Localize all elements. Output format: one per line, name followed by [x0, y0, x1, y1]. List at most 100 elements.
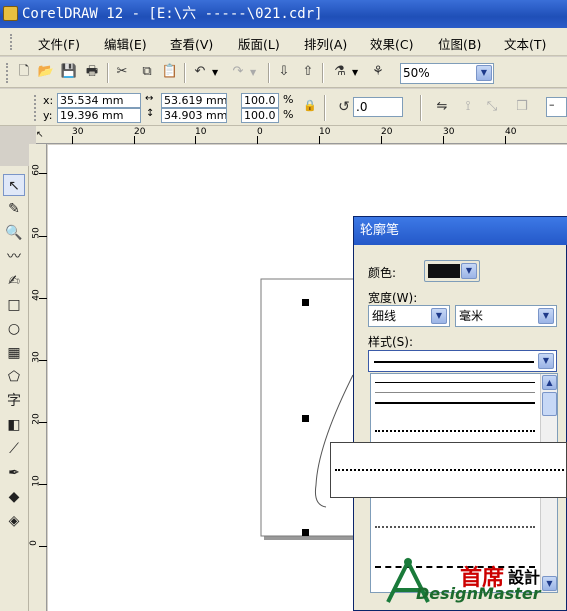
style-dropdown-icon[interactable]: ▼ — [538, 353, 554, 369]
percent-label: % — [283, 108, 294, 121]
y-position-field[interactable]: 19.396 mm — [57, 108, 141, 123]
menu-edit[interactable]: 编辑(E) — [104, 34, 147, 53]
scale-x-value: 100.0 — [244, 94, 276, 107]
freehand-tool-icon[interactable]: 〰 — [3, 246, 25, 268]
v-ruler-label: 0 — [28, 540, 39, 546]
fill-tool-icon[interactable]: ◆ — [3, 486, 25, 508]
style-option-dotted[interactable] — [375, 430, 535, 432]
zoom-dropdown-icon[interactable]: ▼ — [476, 65, 492, 81]
object-shadow — [264, 536, 358, 540]
shape-tool-icon[interactable]: ✎ — [3, 198, 25, 220]
propbar-grip — [34, 95, 38, 121]
style-option-divider — [375, 392, 535, 393]
v-ruler-label: 60 — [31, 164, 42, 176]
v-ruler-label: 10 — [31, 475, 42, 487]
width-dropdown-icon[interactable]: ▼ — [431, 308, 447, 324]
zoom-tool-icon[interactable]: 🔍 — [3, 222, 25, 244]
scale-y-field[interactable]: 100.0 — [241, 108, 279, 123]
x-position-field[interactable]: 35.534 mm — [57, 93, 141, 108]
v-ruler-tick — [39, 484, 47, 485]
application-launcher-icon[interactable]: ⚗ — [330, 62, 350, 82]
dialog-title: 轮廓笔 — [360, 223, 400, 238]
corel-online-icon[interactable]: ⚘ — [368, 62, 388, 82]
v-ruler-label: 20 — [31, 413, 42, 425]
width-combo-value: 细线 — [372, 309, 397, 323]
pick-tool-icon[interactable]: ↖ — [3, 174, 25, 196]
scale-y-value: 100.0 — [244, 109, 276, 122]
menu-effects[interactable]: 效果(C) — [370, 34, 413, 53]
h-ruler-tick — [257, 136, 258, 144]
menu-file[interactable]: 文件(F) — [38, 34, 80, 53]
outline-width-field[interactable]: – — [546, 97, 567, 117]
export-icon[interactable]: ⇧ — [298, 62, 318, 82]
color-picker-button[interactable]: ▼ — [424, 260, 480, 282]
interactive-blend-tool-icon[interactable]: ◧ — [3, 414, 25, 436]
color-swatch — [428, 264, 460, 278]
separator — [420, 95, 422, 121]
copy-icon[interactable]: ⧉ — [137, 62, 157, 82]
ellipse-tool-icon[interactable]: ○ — [3, 318, 25, 340]
print-icon[interactable]: 🖶 — [82, 62, 102, 82]
width-label: 宽度(W): — [368, 291, 418, 305]
outline-pen-dialog: 轮廓笔 颜色: ▼ 宽度(W): 细线 ▼ 毫米 ▼ 样式(S): ▼ ▲ ▼ — [353, 216, 567, 611]
paste-icon[interactable]: 📋 — [160, 62, 180, 82]
import-icon[interactable]: ⇩ — [274, 62, 294, 82]
unit-dropdown-icon[interactable]: ▼ — [538, 308, 554, 324]
save-icon[interactable]: 💾 — [59, 62, 79, 82]
v-ruler-tick — [39, 173, 47, 174]
lock-ratio-icon[interactable]: 🔒 — [300, 96, 320, 116]
undo-icon[interactable]: ↶ — [190, 62, 210, 82]
separator — [322, 63, 324, 83]
redo-icon[interactable]: ↷ — [228, 62, 248, 82]
style-option-solid-thin[interactable] — [375, 382, 535, 383]
h-ruler-label: 40 — [505, 127, 517, 137]
menu-layout[interactable]: 版面(L) — [238, 34, 280, 53]
cut-icon[interactable]: ✂ — [112, 62, 132, 82]
eyedropper-tool-icon[interactable]: ⟋ — [3, 438, 25, 460]
menu-arrange[interactable]: 排列(A) — [304, 34, 347, 53]
color-label: 颜色: — [368, 266, 397, 280]
separator — [184, 63, 186, 83]
toolbar-grip — [6, 63, 10, 83]
open-icon[interactable]: 📂 — [36, 62, 56, 82]
outline-tool-icon[interactable]: ✒ — [3, 462, 25, 484]
width-field[interactable]: 53.619 mm — [161, 93, 227, 108]
text-tool-icon[interactable]: 字 — [3, 390, 25, 412]
horizontal-ruler: 30 20 10 0 10 20 30 40 — [36, 126, 567, 144]
width-value: 53.619 mm — [164, 94, 227, 107]
v-ruler-tick — [39, 236, 47, 237]
unit-combo-value: 毫米 — [459, 309, 484, 323]
scroll-thumb[interactable] — [542, 392, 557, 416]
style-combo[interactable] — [368, 350, 557, 372]
style-option-sparse-dots[interactable] — [375, 526, 535, 528]
undo-dropdown-icon[interactable]: ▼ — [212, 68, 218, 77]
y-position-value: 19.396 mm — [60, 109, 124, 122]
graph-paper-tool-icon[interactable]: ▦ — [3, 342, 25, 364]
h-ruler-label: 20 — [134, 127, 146, 137]
break-apart-icon[interactable]: ⤡ — [482, 97, 502, 117]
rectangle-tool-icon[interactable]: □ — [3, 294, 25, 316]
connect-nodes-icon[interactable]: ⟟ — [458, 97, 478, 117]
height-field[interactable]: 34.903 mm — [161, 108, 227, 123]
rotation-field[interactable]: .0 — [353, 97, 403, 117]
launcher-dropdown-icon[interactable]: ▼ — [352, 68, 358, 77]
redo-dropdown-icon[interactable]: ▼ — [250, 68, 256, 77]
menu-view[interactable]: 查看(V) — [170, 34, 213, 53]
group-icon[interactable]: ❒ — [512, 97, 532, 117]
new-document-icon[interactable]: 🗋 — [14, 62, 34, 82]
h-ruler-tick — [319, 136, 320, 144]
interactive-fill-tool-icon[interactable]: ◈ — [3, 510, 25, 532]
height-value: 34.903 mm — [164, 109, 227, 122]
smart-fill-tool-icon[interactable]: ✍ — [3, 270, 25, 292]
scale-x-field[interactable]: 100.0 — [241, 93, 279, 108]
menu-bitmaps[interactable]: 位图(B) — [438, 34, 481, 53]
menu-text[interactable]: 文本(T) — [504, 34, 546, 53]
zoom-value: 50% — [403, 66, 430, 80]
style-option-solid[interactable] — [375, 402, 535, 404]
mirror-icon[interactable]: ⇋ — [432, 97, 452, 117]
selection-handle-bottom — [302, 529, 309, 536]
scroll-down-icon[interactable]: ▼ — [542, 576, 557, 591]
style-preview-popup — [330, 442, 567, 498]
scroll-up-icon[interactable]: ▲ — [542, 375, 557, 390]
basic-shapes-tool-icon[interactable]: ⬠ — [3, 366, 25, 388]
